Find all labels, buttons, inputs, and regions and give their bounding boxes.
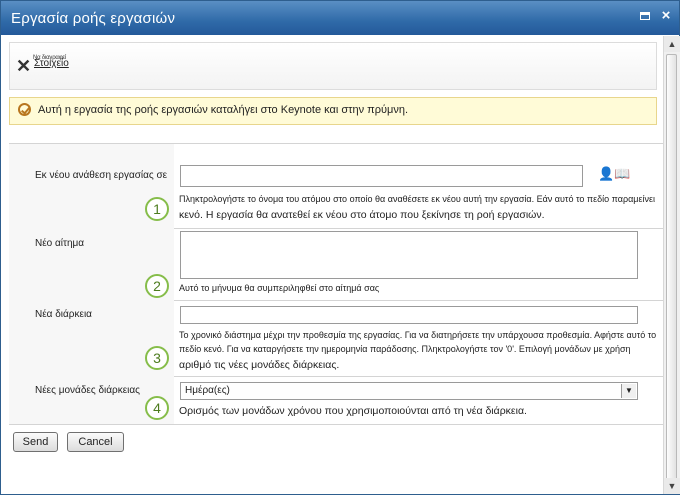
step-badge-4: 4 — [145, 396, 169, 420]
duration-help-line3: αριθμό τις νέες μονάδες διάρκειας. — [179, 359, 340, 371]
check-names-icon[interactable]: 👤 — [598, 166, 614, 181]
request-row: Νέο αίτημα Αυτό το μήνυμα θα συμπεριληφθ… — [9, 228, 663, 301]
duration-units-help: Ορισμός των μονάδων χρόνου που χρησιμοπο… — [179, 405, 527, 417]
browse-address-book-icon[interactable]: 📖 — [614, 166, 630, 181]
step-badge-3: 3 — [145, 346, 169, 370]
request-label: Νέο αίτημα — [35, 238, 85, 249]
reassign-row: Εκ νέου ανάθεση εργασίας σε 👤📖 Πληκτρολο… — [9, 144, 663, 229]
request-help: Αυτό το μήνυμα θα συμπεριληφθεί στο αίτη… — [179, 283, 380, 293]
status-notice: Αυτή η εργασία της ροής εργασιών καταλήγ… — [9, 97, 657, 125]
send-button[interactable]: Send — [13, 432, 58, 452]
ribbon-toolbar: ✕ Να διαγραφεί Στοιχείο — [9, 42, 657, 90]
close-icon[interactable]: × — [658, 8, 674, 24]
duration-units-label: Νέες μονάδες διάρκειας — [35, 385, 140, 396]
vertical-scrollbar[interactable]: ▲ ▼ — [663, 36, 680, 494]
chevron-down-icon[interactable]: ▼ — [621, 384, 636, 398]
duration-label: Νέα διάρκεια — [35, 309, 92, 320]
reassign-help-line1: Πληκτρολογήστε το όνομα του ατόμου στο ο… — [179, 194, 655, 204]
scroll-down-icon[interactable]: ▼ — [664, 478, 680, 494]
cancel-x-icon[interactable]: ✕ — [16, 56, 31, 77]
task-form: Εκ νέου ανάθεση εργασίας σε 👤📖 Πληκτρολο… — [9, 143, 663, 426]
dialog-title: Εργασία ροής εργασιών — [11, 10, 176, 27]
maximize-icon[interactable] — [637, 8, 653, 24]
request-textarea[interactable] — [180, 231, 638, 279]
title-bar: Εργασία ροής εργασιών × — [1, 1, 679, 35]
duration-units-row: Νέες μονάδες διάρκειας Ημέρα(ες) ▼ Ορισμ… — [9, 376, 663, 425]
duration-units-selected: Ημέρα(ες) — [185, 385, 230, 396]
workflow-task-dialog: Εργασία ροής εργασιών × ✕ Να διαγραφεί Σ… — [0, 0, 680, 495]
step-badge-2: 2 — [145, 274, 169, 298]
scroll-up-icon[interactable]: ▲ — [664, 36, 680, 52]
reassign-help-line2: κενό. Η εργασία θα ανατεθεί εκ νέου στο … — [179, 209, 545, 221]
reassign-label: Εκ νέου ανάθεση εργασίας σε — [35, 170, 168, 181]
duration-units-select[interactable]: Ημέρα(ες) ▼ — [180, 382, 638, 400]
ribbon-item-label[interactable]: Στοιχείο — [34, 58, 69, 69]
scroll-thumb[interactable] — [666, 54, 677, 492]
step-badge-1: 1 — [145, 197, 169, 221]
duration-input[interactable] — [180, 306, 638, 324]
people-picker-icons: 👤📖 — [598, 166, 630, 182]
duration-help-line2: πεδίο κενό. Για να καταργήσετε την ημερο… — [179, 344, 631, 354]
duration-help-line1: Το χρονικό διάστημα μέχρι την προθεσμία … — [179, 330, 657, 340]
reassign-input[interactable] — [180, 165, 583, 187]
cancel-button[interactable]: Cancel — [67, 432, 124, 452]
notice-text: Αυτή η εργασία της ροής εργασιών καταλήγ… — [38, 104, 409, 116]
duration-row: Νέα διάρκεια Το χρονικό διάστημα μέχρι τ… — [9, 300, 663, 377]
check-icon — [18, 103, 31, 116]
